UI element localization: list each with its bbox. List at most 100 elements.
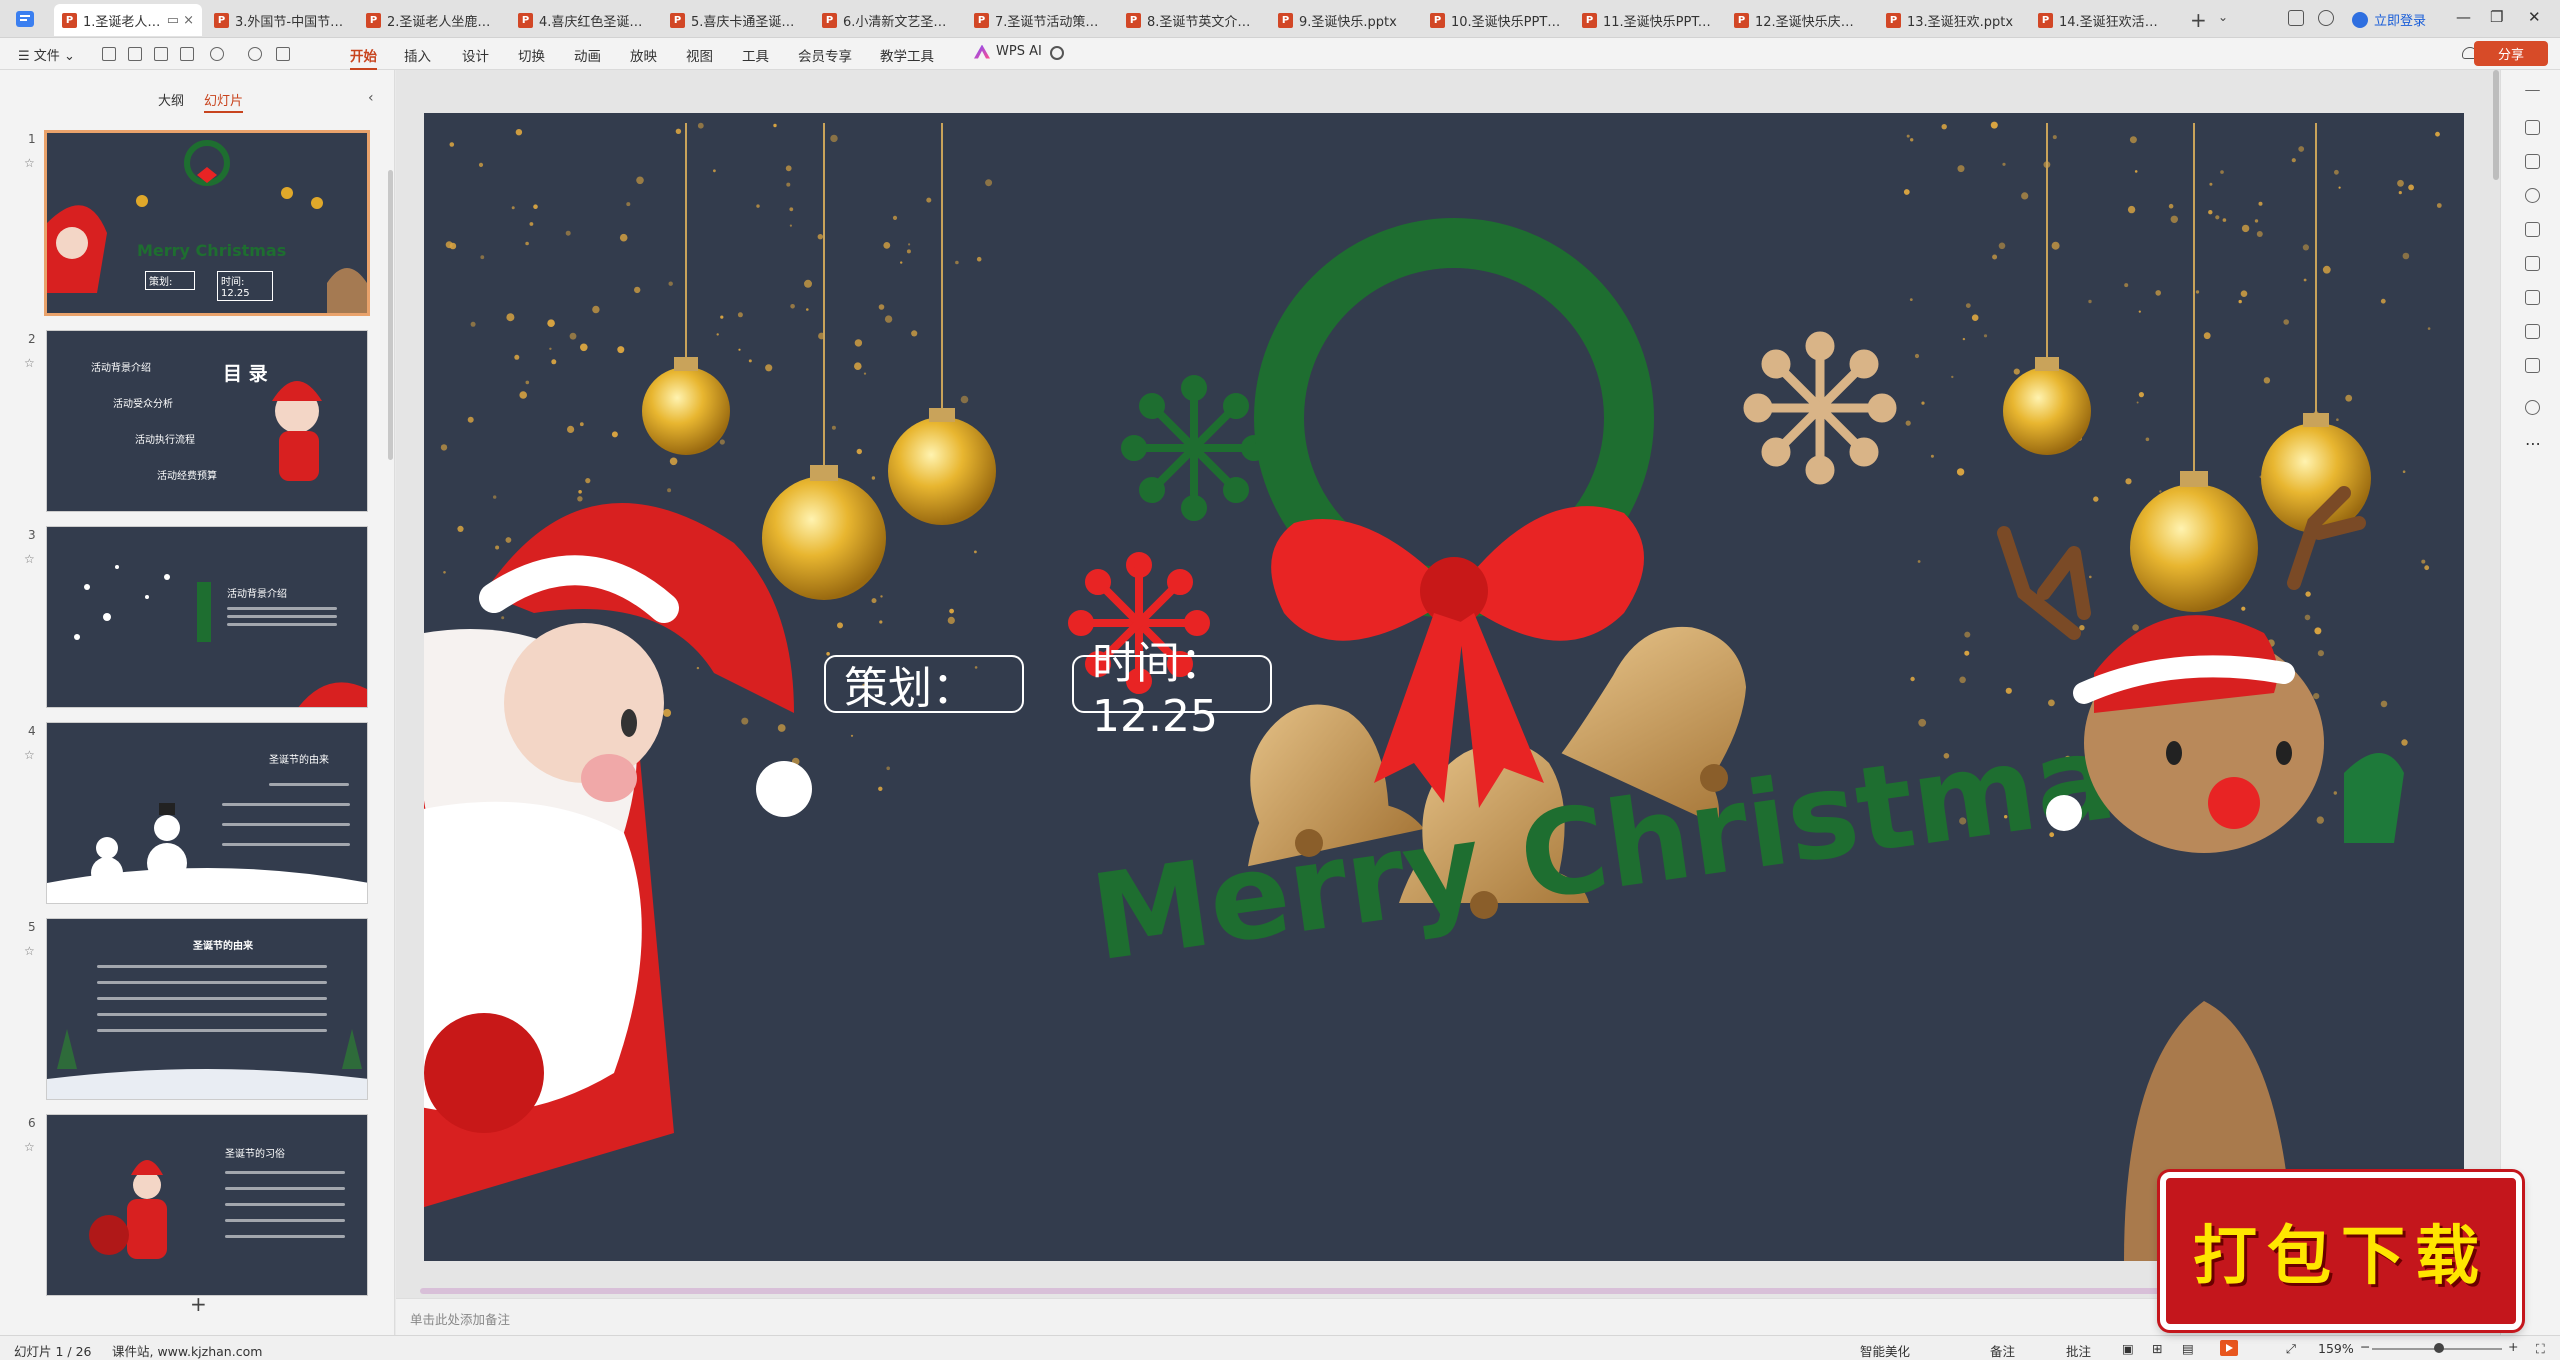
slide-thumbnail[interactable]: 圣诞节的由来 (46, 918, 368, 1100)
slide-thumbnail[interactable]: 圣诞节的由来 (46, 722, 368, 904)
star-icon[interactable]: ☆ (24, 552, 35, 566)
zoom-out-icon[interactable]: − (2360, 1339, 2370, 1354)
sparkle-dot (577, 496, 583, 502)
search-icon[interactable] (1050, 46, 1064, 60)
document-tab[interactable]: P 4.喜庆红色圣诞节快 (510, 4, 658, 36)
horizontal-scrollbar[interactable] (420, 1288, 2160, 1294)
tab-teaching-tools[interactable]: 教学工具 (880, 45, 934, 65)
slide-thumbnail[interactable]: 目 录 活动背景介绍 活动受众分析 活动执行流程 活动经费预算 (46, 330, 368, 512)
wps-app-icon[interactable] (14, 7, 38, 31)
document-tab[interactable]: P 5.喜庆卡通圣诞节PP (662, 4, 810, 36)
document-tab[interactable]: P 1.圣诞老人新年 ▭ × (54, 4, 202, 36)
settings-icon[interactable] (2525, 120, 2540, 135)
undo-icon[interactable] (210, 47, 224, 61)
document-tab[interactable]: P 3.外国节-中国节.pptx (206, 4, 354, 36)
book-icon[interactable] (2525, 324, 2540, 339)
tab-slides[interactable]: 幻灯片 (204, 90, 244, 113)
document-tab[interactable]: P 8.圣诞节英文介绍.p (1118, 4, 1266, 36)
download-stamp[interactable]: 打包下载 (2160, 1172, 2522, 1330)
wps-ai-button[interactable]: WPS AI (974, 44, 1042, 59)
reading-view-icon[interactable]: ▤ (2182, 1341, 2194, 1356)
document-tab[interactable]: P 9.圣诞快乐.pptx (1270, 4, 1418, 36)
document-tab[interactable]: P 7.圣诞节活动策划方 (966, 4, 1114, 36)
slide-canvas[interactable]: Merry Christmas 策划： 时间：12.25 (424, 113, 2464, 1261)
tab-tools[interactable]: 工具 (742, 45, 769, 65)
beautify-button[interactable]: 智能美化 (1860, 1341, 1910, 1360)
zoom-slider-knob[interactable] (2434, 1343, 2444, 1353)
slide-number: 1 (28, 132, 36, 146)
comments-button[interactable]: 批注 (2066, 1341, 2091, 1360)
tab-transition[interactable]: 切换 (518, 45, 545, 65)
copy-icon[interactable] (2525, 222, 2540, 237)
star-icon[interactable] (2525, 188, 2540, 203)
star-icon[interactable]: ☆ (24, 356, 35, 370)
vertical-scrollbar[interactable] (2493, 70, 2499, 180)
print-preview-icon[interactable] (180, 47, 194, 61)
sparkle-dot (2170, 215, 2178, 223)
star-icon[interactable]: ☆ (24, 1140, 35, 1154)
star-icon[interactable]: ☆ (24, 748, 35, 762)
tab-insert[interactable]: 插入 (404, 45, 431, 65)
format-painter-icon[interactable] (276, 47, 290, 61)
document-tab[interactable]: P 12.圣诞快乐庆祝圣 (1726, 4, 1874, 36)
minimize-icon[interactable]: — (2456, 8, 2471, 26)
file-menu[interactable]: ☰ 文件 ⌄ (18, 45, 75, 64)
more-icon[interactable]: ⋯ (2525, 436, 2541, 455)
close-tab-icon[interactable]: × (183, 13, 194, 28)
sparkle-dot (551, 359, 557, 365)
sorter-view-icon[interactable]: ⊞ (2152, 1341, 2162, 1356)
print-icon[interactable] (154, 47, 168, 61)
tab-outline[interactable]: 大纲 (158, 90, 184, 113)
zoom-level[interactable]: 159% (2318, 1341, 2354, 1356)
close-window-icon[interactable]: ✕ (2528, 8, 2541, 26)
sparkle-dot (2209, 182, 2213, 186)
tab-animation[interactable]: 动画 (574, 45, 601, 65)
tab-view[interactable]: 视图 (686, 45, 713, 65)
add-slide-icon[interactable]: + (190, 1292, 207, 1316)
panel-scrollbar[interactable] (388, 170, 393, 460)
new-tab-icon[interactable]: + (2190, 8, 2207, 32)
tab-design[interactable]: 设计 (462, 45, 489, 65)
star-icon[interactable]: ☆ (24, 156, 35, 170)
document-tab[interactable]: P 11.圣诞快乐PPT.ppt (1574, 4, 1722, 36)
sparkle-dot (879, 620, 883, 624)
cursor-icon[interactable] (2525, 154, 2540, 169)
window-layout-icon[interactable] (2288, 10, 2304, 26)
tab-home[interactable]: 开始 (350, 45, 377, 70)
planner-textbox[interactable]: 策划： (824, 655, 1024, 714)
tools-icon[interactable] (2525, 290, 2540, 305)
sparkle-dot (2124, 283, 2129, 288)
play-slideshow-button[interactable] (2220, 1340, 2238, 1356)
time-textbox[interactable]: 时间：12.25 (1072, 638, 1272, 742)
save-icon[interactable] (128, 47, 142, 61)
image-icon[interactable] (2525, 256, 2540, 271)
slide-thumbnail[interactable]: Merry Christmas 策划: 时间: 12.25 (44, 130, 370, 316)
help-icon[interactable] (2525, 400, 2540, 415)
grid-icon[interactable] (2525, 358, 2540, 373)
share-button[interactable]: 分享 (2474, 41, 2548, 66)
cube-icon[interactable] (2318, 10, 2334, 26)
notes-button[interactable]: 备注 (1990, 1341, 2015, 1360)
minus-icon[interactable] (2525, 90, 2540, 92)
tab-member[interactable]: 会员专享 (798, 45, 852, 65)
document-tab[interactable]: P 14.圣诞狂欢活动策 (2030, 4, 2178, 36)
monitor-icon[interactable]: ▭ (167, 13, 179, 28)
slide-thumbnail[interactable]: 活动背景介绍 (46, 526, 368, 708)
document-tab[interactable]: P 10.圣诞快乐PPT (2) (1422, 4, 1570, 36)
new-file-icon[interactable] (102, 47, 116, 61)
login-button[interactable]: 立即登录 (2352, 10, 2426, 29)
restore-icon[interactable]: ❐ (2490, 8, 2503, 26)
document-tab[interactable]: P 2.圣诞老人坐鹿车迎 (358, 4, 506, 36)
fit-window-icon[interactable]: ⛶ (2536, 1341, 2545, 1357)
zoom-in-icon[interactable]: + (2508, 1339, 2518, 1354)
tab-slideshow[interactable]: 放映 (630, 45, 657, 65)
star-icon[interactable]: ☆ (24, 944, 35, 958)
document-tab[interactable]: P 6.小清新文艺圣诞节 (814, 4, 962, 36)
document-tab[interactable]: P 13.圣诞狂欢.pptx (1878, 4, 2026, 36)
redo-icon[interactable] (248, 47, 262, 61)
slide-thumbnail[interactable]: 圣诞节的习俗 (46, 1114, 368, 1296)
normal-view-icon[interactable]: ▣ (2122, 1341, 2134, 1356)
fit-icon[interactable]: ⤢ (2286, 1341, 2296, 1357)
chevron-down-icon[interactable]: ⌄ (2218, 10, 2228, 24)
collapse-panel-icon[interactable]: ‹ (368, 90, 374, 106)
